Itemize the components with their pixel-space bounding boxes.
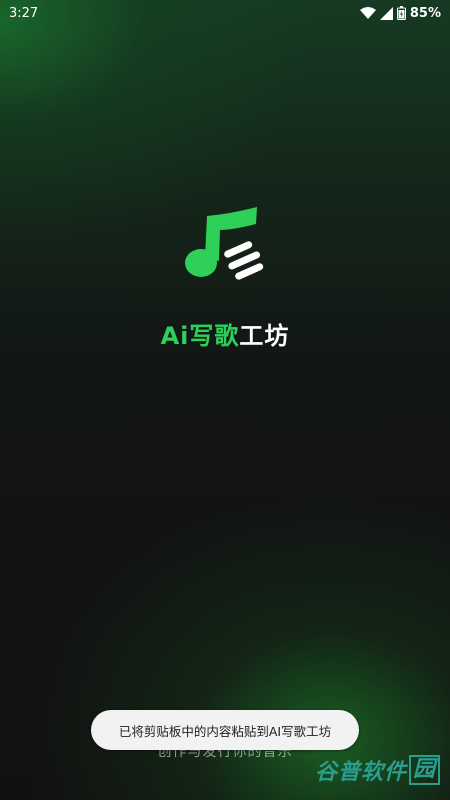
app-name: Ai写歌工坊: [161, 316, 290, 351]
splash-logo-area: Ai写歌工坊: [0, 206, 450, 351]
music-note-logo-icon: [182, 206, 268, 288]
watermark-logo: 谷普 软件园: [315, 754, 440, 786]
wifi-icon: [359, 6, 376, 20]
cell-signal-icon: [379, 6, 393, 20]
battery-percent: 85%: [409, 5, 441, 21]
watermark-part2: 软件: [360, 760, 407, 785]
app-name-accent: Ai写歌: [160, 322, 240, 350]
status-bar: 3:27 85%: [0, 0, 450, 26]
app-name-rest: 工坊: [239, 322, 290, 350]
watermark-part1: 谷普: [314, 760, 361, 785]
status-time: 3:27: [9, 5, 39, 21]
clipboard-toast: 已将剪贴板中的内容粘贴到AI写歌工坊: [91, 710, 359, 750]
battery-icon: [396, 6, 406, 20]
status-icons: 85%: [359, 5, 441, 21]
watermark-part3: 园: [408, 755, 440, 785]
